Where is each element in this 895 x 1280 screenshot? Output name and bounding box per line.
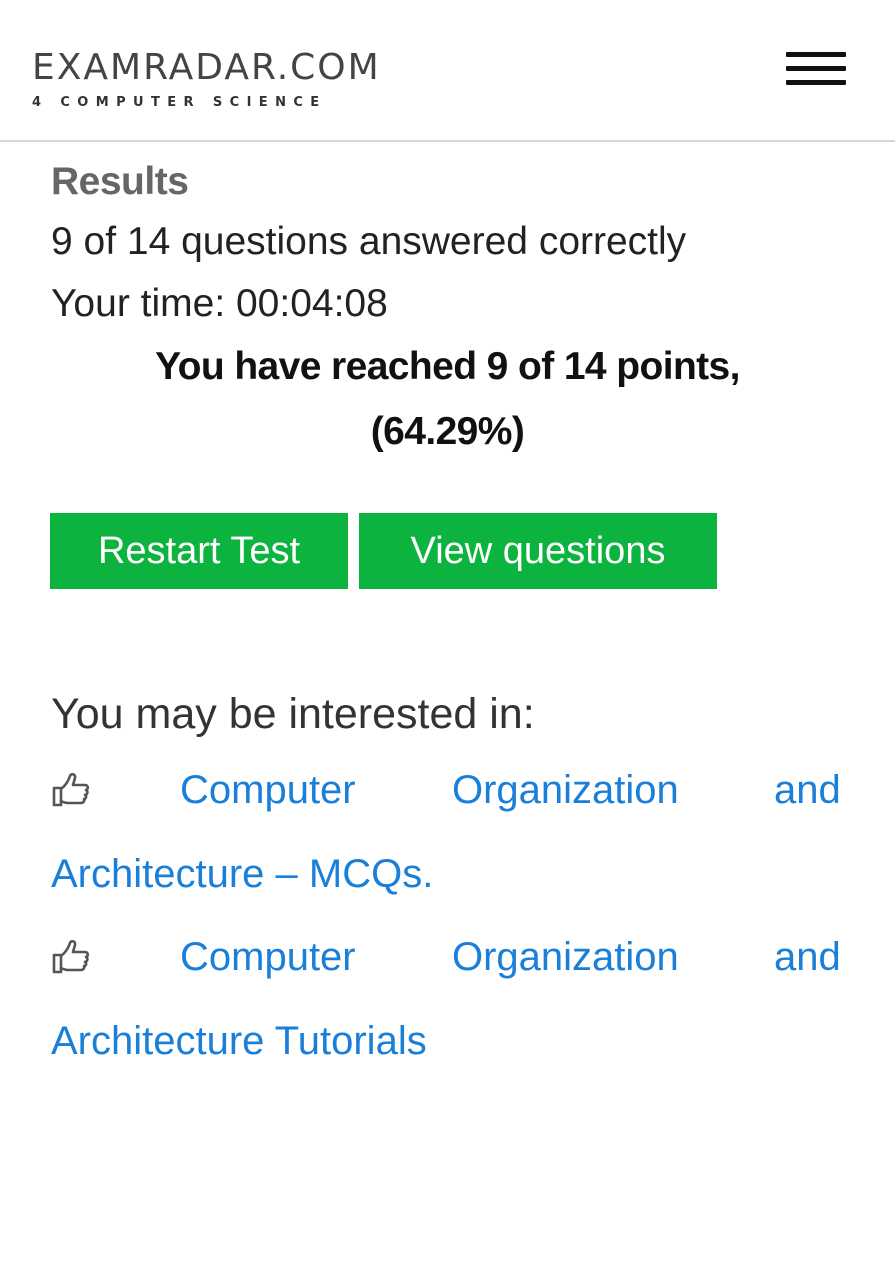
view-questions-button[interactable]: View questions [359, 513, 717, 589]
related-link-word[interactable]: and [774, 932, 841, 982]
related-link-row[interactable]: Computer Organization and [51, 932, 845, 982]
pointing-hand-icon [52, 939, 90, 974]
related-link-continuation[interactable]: Architecture – MCQs. [51, 849, 433, 899]
points-percentage: (64.29%) [370, 410, 525, 453]
restart-test-button[interactable]: Restart Test [50, 513, 348, 589]
related-link-row[interactable]: Computer Organization and [51, 765, 845, 815]
pointing-hand-icon [52, 772, 90, 807]
related-link-word[interactable]: Computer [180, 932, 356, 982]
related-link-word[interactable]: and [774, 765, 841, 815]
correct-answers-text: 9 of 14 questions answered correctly [51, 220, 687, 263]
results-heading: Results [51, 160, 189, 203]
hamburger-menu-icon[interactable] [786, 52, 846, 86]
related-link-continuation[interactable]: Architecture Tutorials [51, 1016, 427, 1066]
related-heading: You may be interested in: [51, 690, 535, 738]
related-link-word[interactable]: Organization [452, 765, 679, 815]
related-link-word[interactable]: Organization [452, 932, 679, 982]
time-taken-text: Your time: 00:04:08 [51, 282, 388, 325]
logo-title: EXAMRADAR.COM [32, 47, 381, 88]
logo-tagline: 4 COMPUTER SCIENCE [32, 95, 327, 110]
site-header: EXAMRADAR.COM 4 COMPUTER SCIENCE [0, 0, 895, 142]
site-logo[interactable]: EXAMRADAR.COM 4 COMPUTER SCIENCE [32, 47, 381, 111]
related-link-word[interactable]: Computer [180, 765, 356, 815]
points-summary: You have reached 9 of 14 points, [155, 345, 740, 388]
